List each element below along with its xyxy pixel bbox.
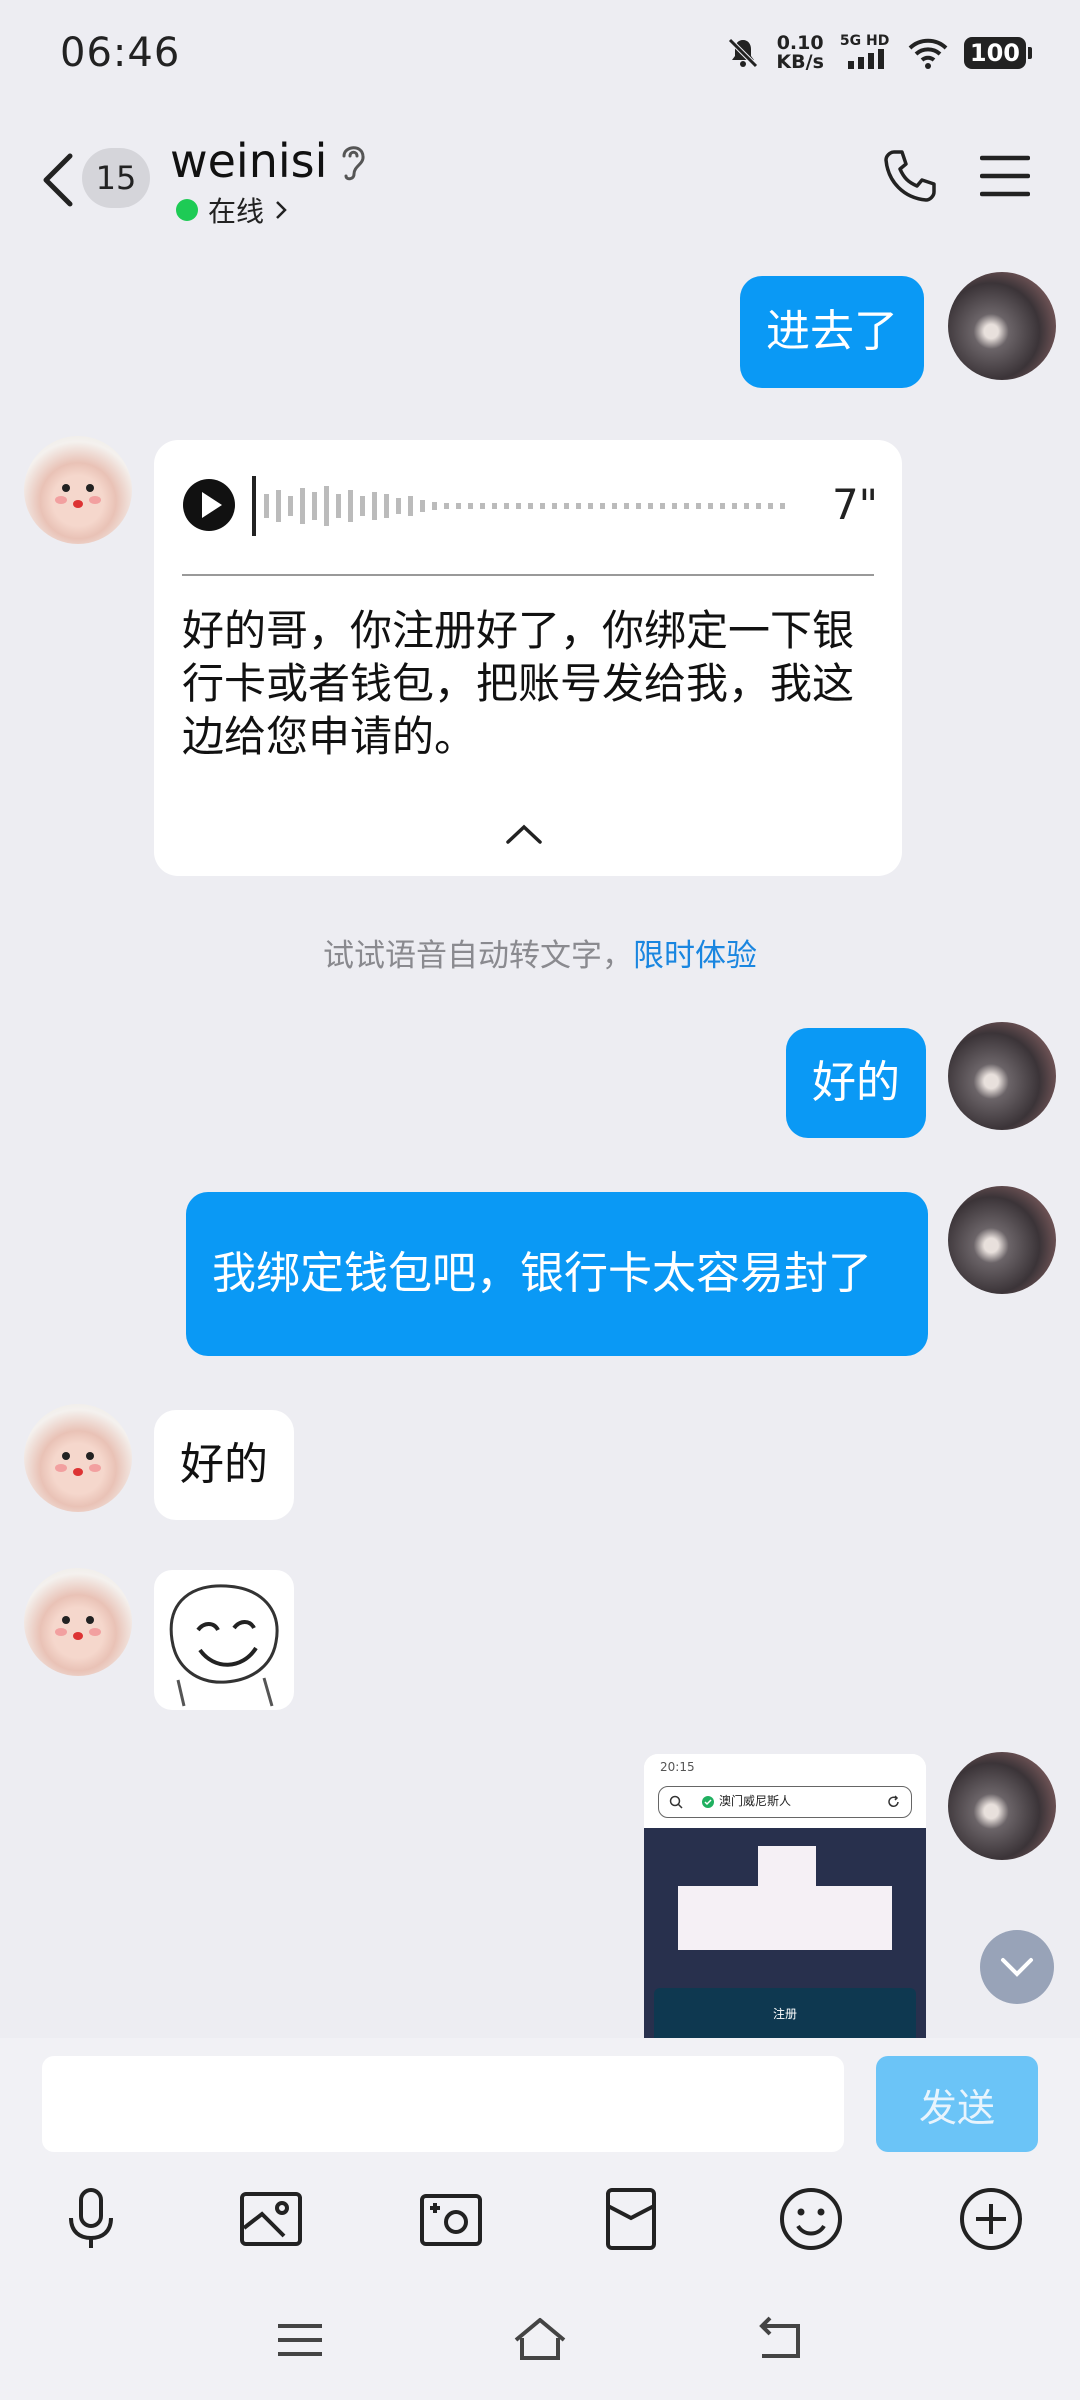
back-icon[interactable] <box>36 150 86 210</box>
avatar-face <box>55 1616 101 1640</box>
message-bubble-outgoing[interactable]: 我绑定钱包吧，银行卡太容易封了 <box>186 1192 928 1356</box>
self-avatar[interactable] <box>948 272 1056 380</box>
voice-duration: 7" <box>831 480 878 529</box>
nav-back-icon[interactable] <box>752 2312 812 2368</box>
voice-message[interactable]: 7" 好的哥，你注册好了，你绑定一下银行卡或者钱包，把账号发给我，我这边给您申请… <box>154 440 902 876</box>
camera-icon[interactable] <box>416 2184 486 2254</box>
phone-icon[interactable] <box>880 146 940 206</box>
contact-avatar[interactable] <box>24 1568 132 1676</box>
sticker-message[interactable] <box>154 1570 294 1710</box>
voice-to-text-hint: 试试语音自动转文字，限时体验 <box>0 930 1080 975</box>
message-input[interactable] <box>42 2056 844 2152</box>
avatar-face <box>55 484 101 508</box>
screenshot-time: 20:15 <box>660 1760 695 1774</box>
screenshot-block <box>678 1886 892 1950</box>
message-text: 我绑定钱包吧，银行卡太容易封了 <box>212 1248 872 1299</box>
red-packet-icon[interactable] <box>596 2184 666 2254</box>
voice-transcript: 好的哥，你注册好了，你绑定一下银行卡或者钱包，把账号发给我，我这边给您申请的。 <box>182 606 855 761</box>
composer: 发送 <box>0 2038 1080 2154</box>
input-toolbar <box>0 2154 1080 2284</box>
contact-avatar[interactable] <box>24 436 132 544</box>
divider <box>182 574 874 576</box>
message-bubble-outgoing[interactable]: 好的 <box>786 1028 926 1138</box>
emoji-icon[interactable] <box>776 2184 846 2254</box>
online-dot <box>176 199 198 221</box>
message-text: 进去了 <box>766 306 898 357</box>
unread-badge[interactable]: 15 <box>82 148 150 208</box>
plus-icon[interactable] <box>956 2184 1026 2254</box>
status-icons: 0.10 KB/s 5G HD 100 <box>726 33 1033 72</box>
message-text: 好的 <box>812 1057 900 1108</box>
play-icon[interactable] <box>182 478 236 532</box>
chevron-up-icon[interactable] <box>504 822 544 846</box>
screenshot-url-text: 澳门威尼斯人 <box>719 1794 792 1808</box>
system-nav-bar <box>0 2284 1080 2400</box>
nav-menu-icon[interactable] <box>270 2312 330 2368</box>
shield-icon <box>702 1796 714 1808</box>
nav-home-icon[interactable] <box>510 2312 570 2368</box>
trial-link[interactable]: 限时体验 <box>633 938 757 974</box>
net-speed: 0.10 KB/s <box>776 34 823 72</box>
battery-icon: 100 <box>963 37 1033 69</box>
net-speed-unit: KB/s <box>776 51 824 73</box>
waveform-tail <box>456 503 785 509</box>
self-avatar[interactable] <box>948 1022 1056 1130</box>
status-time: 06:46 <box>60 30 181 76</box>
message-text: 好的 <box>180 1439 268 1490</box>
scroll-down-button[interactable] <box>980 1930 1054 2004</box>
wifi-icon <box>908 38 948 69</box>
contact-avatar[interactable] <box>24 1404 132 1512</box>
image-message[interactable]: 20:15 澳门威尼斯人 注册 <box>644 1754 926 2040</box>
chevron-right-icon <box>276 201 287 219</box>
online-label: 在线 <box>208 195 265 228</box>
self-avatar[interactable] <box>948 1186 1056 1294</box>
self-avatar[interactable] <box>948 1752 1056 1860</box>
smile-sticker-icon <box>169 1584 279 1707</box>
message-bubble-incoming[interactable]: 好的 <box>154 1410 294 1520</box>
online-status[interactable]: 在线 <box>176 190 288 230</box>
image-icon[interactable] <box>236 2184 306 2254</box>
signal-icon: 5G HD <box>840 33 892 71</box>
chevron-down-icon <box>1001 1958 1033 1977</box>
menu-icon[interactable] <box>980 154 1030 198</box>
search-icon <box>669 1795 683 1809</box>
refresh-icon <box>888 1795 899 1807</box>
chat-header: 15 weinisi 在线 <box>0 120 1080 240</box>
message-bubble-outgoing[interactable]: 进去了 <box>740 276 924 388</box>
screenshot-register-button: 注册 <box>654 1988 916 2040</box>
send-button[interactable]: 发送 <box>876 2056 1038 2152</box>
screenshot-url-field: 澳门威尼斯人 <box>658 1786 912 1818</box>
mic-icon[interactable] <box>56 2184 126 2254</box>
status-bar: 06:46 0.10 KB/s 5G HD 100 <box>0 0 1080 110</box>
hint-text: 试试语音自动转文字， <box>323 938 633 974</box>
mute-icon <box>728 38 759 68</box>
ear-icon[interactable] <box>336 142 370 182</box>
screenshot-browser-bar: 20:15 澳门威尼斯人 <box>644 1754 926 1828</box>
contact-name[interactable]: weinisi <box>170 134 327 188</box>
avatar-face <box>55 1452 101 1476</box>
